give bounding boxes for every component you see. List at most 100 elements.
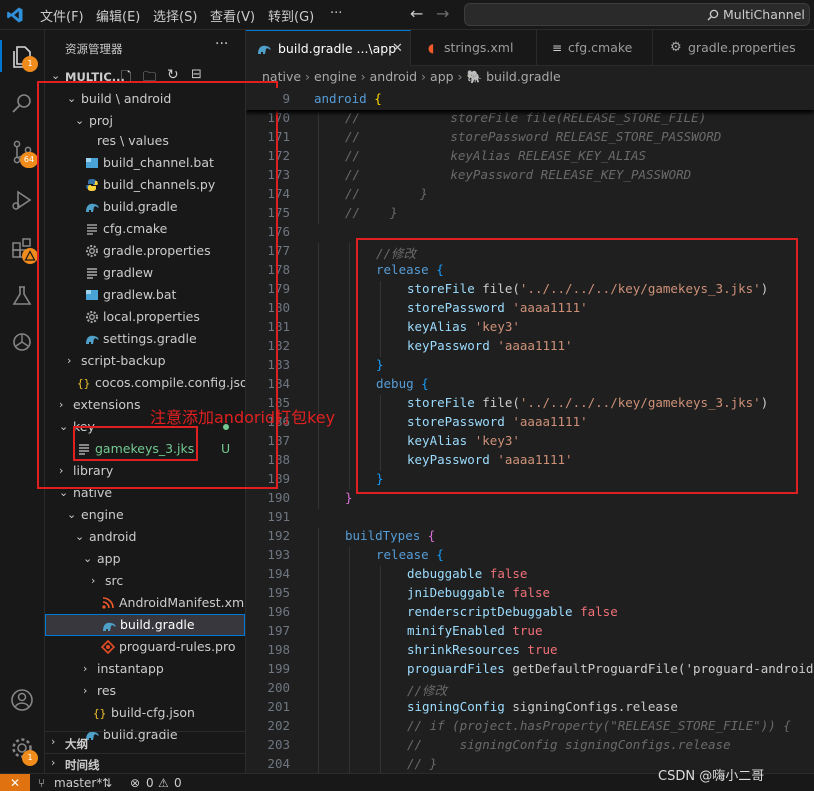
breadcrumb: native › engine › android › app › 🐘 buil… [246, 66, 814, 88]
json-braces-icon: {} [93, 707, 106, 720]
code-line: //修改 [407, 683, 448, 698]
indent-guide [318, 281, 319, 300]
code-line: // } [345, 205, 398, 220]
tree-item[interactable]: AndroidManifest.xml [45, 592, 245, 614]
sidebar-more-icon[interactable]: ··· [215, 36, 228, 52]
warning-icon[interactable]: ⚠ [158, 774, 169, 791]
indent-guide [318, 243, 319, 262]
remote-indicator[interactable]: ✕ [0, 774, 30, 791]
branch-name[interactable]: master* [54, 774, 102, 791]
tree-item[interactable]: › src [45, 570, 245, 592]
code-line: // signingConfig signingConfigs.release [407, 737, 731, 752]
chevron-right-icon: › [91, 574, 96, 587]
tree-item[interactable]: ⌄ app [45, 548, 245, 570]
chatgpt-icon[interactable] [8, 328, 36, 356]
xml-rss-icon [102, 597, 114, 609]
timeline-section[interactable]: › 时间线 [45, 753, 245, 773]
collapse-all-icon[interactable]: ⊟ [191, 67, 202, 82]
sticky-line: android { [314, 91, 382, 106]
chevron-down-icon: ⌄ [67, 508, 77, 521]
close-tab-icon[interactable]: ✕ [392, 31, 403, 66]
menu-go[interactable]: 转到(G) [268, 6, 314, 25]
nav-back-icon[interactable]: ← [410, 4, 423, 23]
keyword: android [314, 91, 367, 106]
run-debug-icon[interactable] [8, 186, 36, 214]
indent-guide [318, 699, 319, 718]
line-number: 202 [267, 718, 290, 733]
indent-guide [349, 756, 350, 773]
tree-item[interactable]: proguard-rules.pro [45, 636, 245, 658]
code-line: proguardFiles getDefaultProguardFile('pr… [407, 661, 814, 676]
tree-item-label: proguard-rules.pro [119, 639, 236, 654]
breadcrumb-app[interactable]: app [430, 69, 454, 84]
breadcrumb-separator: › [305, 69, 315, 84]
tab-cfg-cmake[interactable]: ≡ cfg.cmake [538, 30, 653, 66]
tree-item[interactable]: ⌄ engine [45, 504, 245, 526]
tab-gradle-properties[interactable]: ⚙ gradle.properties [654, 30, 814, 66]
line-number: 200 [267, 680, 290, 695]
error-count: 0 [146, 776, 154, 790]
code-line: shrinkResources true [407, 642, 558, 657]
tree-item[interactable]: › instantapp [45, 658, 245, 680]
warning-badge-icon [22, 248, 38, 264]
menu-more[interactable]: ··· [330, 6, 342, 21]
scm-badge: 64 [20, 152, 38, 168]
indent-guide [349, 243, 350, 262]
sync-icon[interactable]: ⇅ [102, 774, 112, 791]
nav-forward-icon[interactable]: → [436, 4, 449, 23]
line-number: 190 [267, 490, 290, 505]
indent-guide [380, 718, 381, 737]
breadcrumb-android[interactable]: android [370, 69, 417, 84]
search-activity-icon[interactable] [8, 90, 36, 118]
indent-guide [318, 167, 319, 186]
indent-guide [380, 756, 381, 773]
breadcrumb-separator: › [421, 69, 431, 84]
code-line: // if (project.hasProperty("RELEASE_STOR… [407, 718, 791, 733]
warning-count: 0 [174, 776, 182, 790]
tab-label: build.gradle ...\app [278, 41, 397, 56]
indent-guide [349, 452, 350, 471]
breadcrumb-engine[interactable]: engine [314, 69, 357, 84]
indent-guide [318, 300, 319, 319]
tree-item-label: android [89, 529, 137, 544]
menu-edit[interactable]: 编辑(E) [96, 6, 140, 25]
breadcrumb-build-gradle[interactable]: build.gradle [486, 69, 561, 84]
code-line: // } [407, 756, 438, 771]
tab-label: strings.xml [444, 40, 514, 55]
watermark: CSDN @嗨小二哥 [658, 769, 765, 784]
indent-guide [318, 148, 319, 167]
command-center-search[interactable]: MultiChannel [464, 3, 810, 26]
tree-item[interactable]: ⌄ android [45, 526, 245, 548]
code-line: } [345, 490, 353, 505]
error-icon[interactable]: ⊗ [130, 774, 140, 791]
breadcrumb-separator: › [360, 69, 370, 84]
indent-guide [349, 357, 350, 376]
menu-file[interactable]: 文件(F) [40, 6, 84, 25]
indent-guide [349, 585, 350, 604]
menu-selection[interactable]: 选择(S) [153, 6, 197, 25]
tab-build-gradle[interactable]: build.gradle ...\app ✕ [246, 30, 411, 66]
search-icon [707, 9, 719, 21]
indent-guide [318, 262, 319, 281]
tree-item[interactable]: › res [45, 680, 245, 702]
line-number: 191 [267, 509, 290, 524]
indent-guide [349, 737, 350, 756]
indent-guide [349, 319, 350, 338]
menu-view[interactable]: 查看(V) [210, 6, 255, 25]
tree-item-label: app [97, 551, 121, 566]
branch-icon: ⑂ [38, 776, 46, 790]
chevron-down-icon: ⌄ [75, 530, 85, 543]
tree-item[interactable]: {} build-cfg.json [45, 702, 245, 724]
indent-guide [318, 186, 319, 205]
indent-guide [349, 376, 350, 395]
testing-flask-icon[interactable] [8, 282, 36, 310]
timeline-label: 时间线 [65, 758, 100, 772]
account-icon[interactable] [8, 686, 36, 714]
tab-strings-xml[interactable]: ◖ strings.xml [412, 30, 537, 66]
annotation-box-code [356, 238, 798, 494]
indent-guide [349, 262, 350, 281]
tree-item[interactable]: build.gradle [45, 614, 245, 636]
outline-section[interactable]: › 大纲 [45, 731, 245, 753]
indent-guide [380, 699, 381, 718]
annotation-box-file [73, 426, 198, 461]
